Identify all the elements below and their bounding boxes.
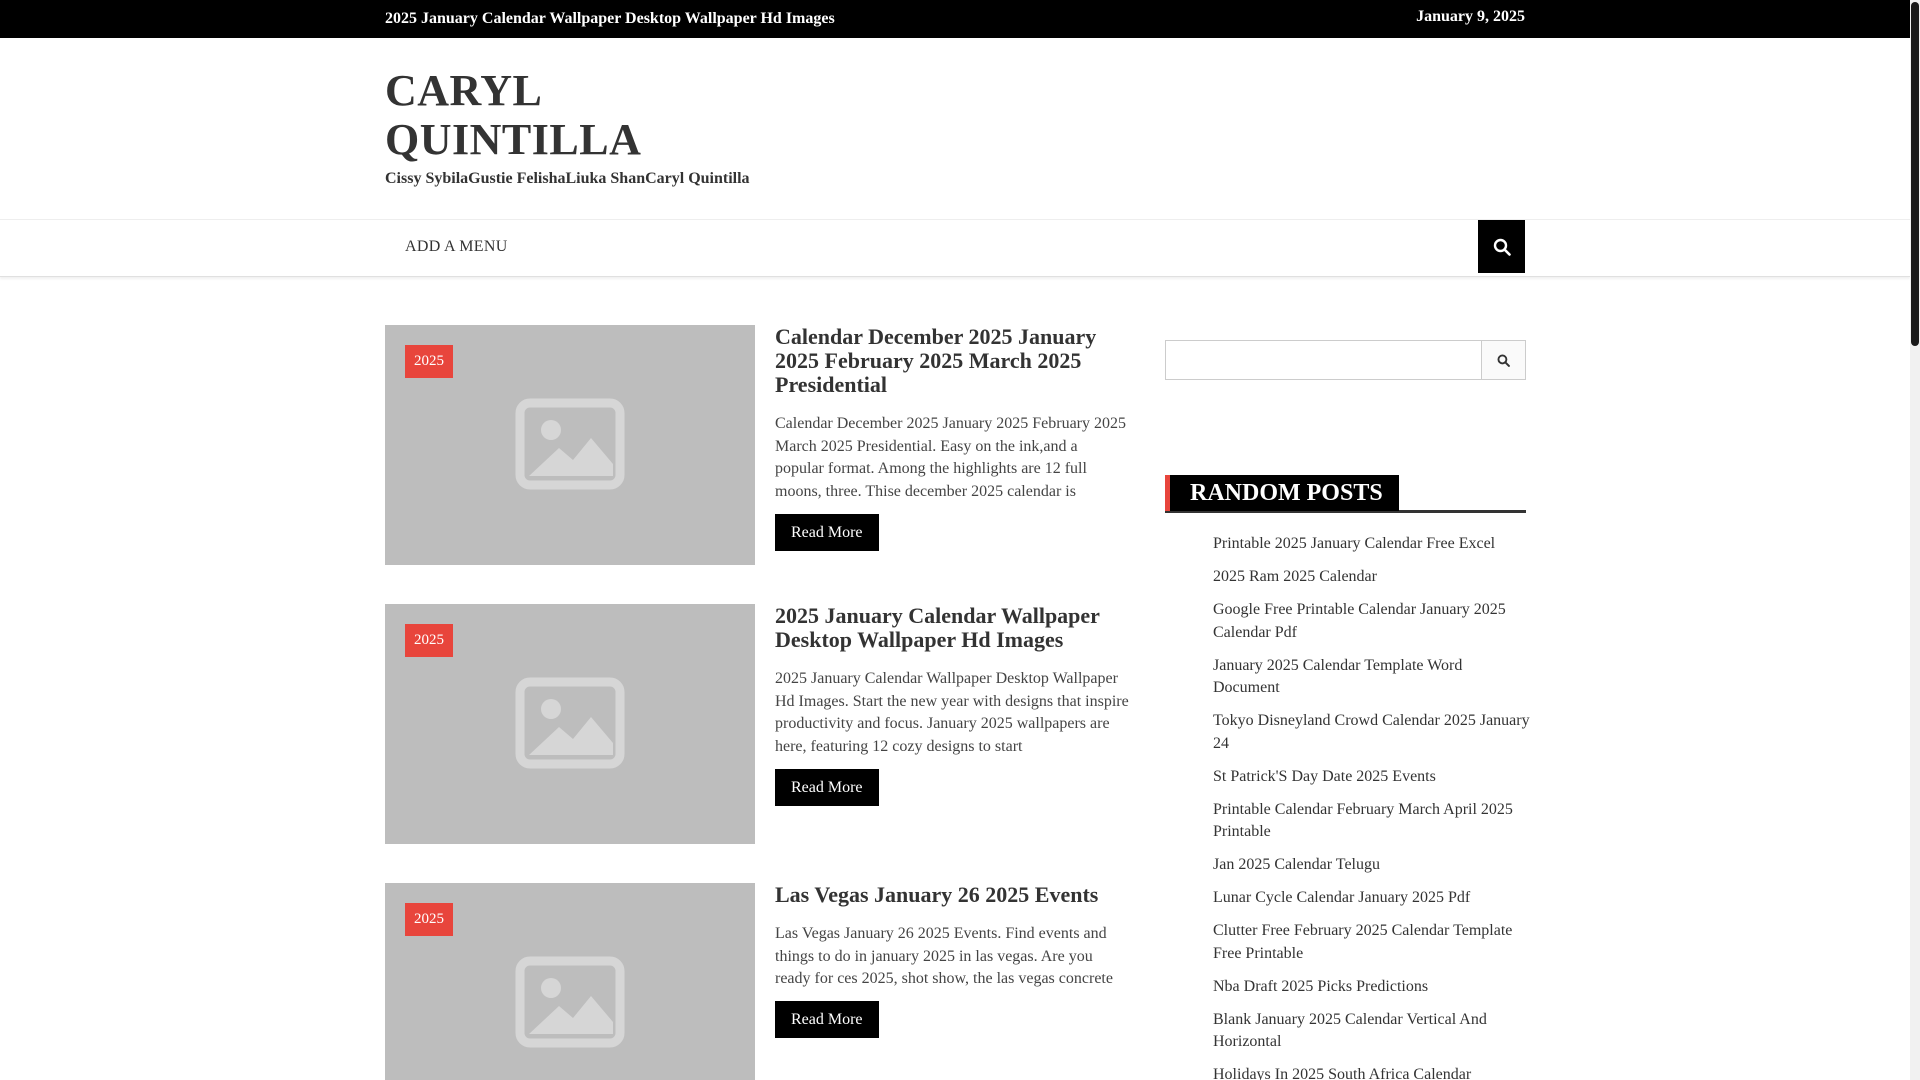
site-title[interactable]: CARYL QUINTILLA xyxy=(385,66,715,164)
post-thumbnail[interactable]: 2025 xyxy=(385,604,755,844)
random-post-link[interactable]: Blank January 2025 Calendar Vertical And… xyxy=(1213,1011,1487,1051)
random-post-link[interactable]: Clutter Free February 2025 Calendar Temp… xyxy=(1213,922,1512,962)
random-post-item: Printable Calendar February March April … xyxy=(1213,799,1531,844)
random-post-link[interactable]: Lunar Cycle Calendar January 2025 Pdf xyxy=(1213,889,1470,906)
random-post-item: Clutter Free February 2025 Calendar Temp… xyxy=(1213,920,1531,965)
current-date: January 9, 2025 xyxy=(1416,8,1525,25)
sidebar-search-input[interactable] xyxy=(1166,341,1482,379)
category-badge[interactable]: 2025 xyxy=(405,624,453,657)
random-post-link[interactable]: Printable 2025 January Calendar Free Exc… xyxy=(1213,535,1495,552)
image-placeholder-icon xyxy=(515,398,625,490)
read-more-button[interactable]: Read More xyxy=(775,769,879,806)
post-title[interactable]: 2025 January Calendar Wallpaper Desktop … xyxy=(775,604,1130,652)
random-post-item: 2025 Ram 2025 Calendar xyxy=(1213,566,1531,589)
random-post-link[interactable]: 2025 Ram 2025 Calendar xyxy=(1213,568,1377,585)
page-scrollbar[interactable] xyxy=(1910,0,1920,1080)
sidebar-search xyxy=(1165,340,1526,380)
category-badge[interactable]: 2025 xyxy=(405,903,453,936)
random-post-link[interactable]: January 2025 Calendar Template Word Docu… xyxy=(1213,657,1462,697)
post-excerpt: Calendar December 2025 January 2025 Febr… xyxy=(775,415,1126,500)
random-post-item: Lunar Cycle Calendar January 2025 Pdf xyxy=(1213,887,1531,910)
random-posts-list: Printable 2025 January Calendar Free Exc… xyxy=(1213,533,1531,1080)
search-icon xyxy=(1493,238,1511,256)
image-placeholder-icon xyxy=(515,677,625,769)
read-more-button[interactable]: Read More xyxy=(775,514,879,551)
post-thumbnail[interactable]: 2025 xyxy=(385,883,755,1080)
site-title-line-2: QUINTILLA xyxy=(385,115,642,164)
sidebar-search-button[interactable] xyxy=(1481,341,1525,379)
top-bar: 2025 January Calendar Wallpaper Desktop … xyxy=(0,0,1910,38)
random-post-item: St Patrick'S Day Date 2025 Events xyxy=(1213,766,1531,789)
random-posts-heading-bar: RANDOM POSTS xyxy=(1165,475,1526,513)
random-post-item: Google Free Printable Calendar January 2… xyxy=(1213,599,1531,644)
post-title[interactable]: Las Vegas January 26 2025 Events xyxy=(775,883,1130,907)
post-card: 2025 2025 January Calendar Wallpaper Des… xyxy=(385,604,1130,844)
search-icon xyxy=(1497,354,1510,367)
random-post-item: Blank January 2025 Calendar Vertical And… xyxy=(1213,1009,1531,1054)
random-post-link[interactable]: Google Free Printable Calendar January 2… xyxy=(1213,601,1506,641)
read-more-button[interactable]: Read More xyxy=(775,1001,879,1038)
category-badge[interactable]: 2025 xyxy=(405,345,453,378)
random-post-link[interactable]: St Patrick'S Day Date 2025 Events xyxy=(1213,768,1436,785)
image-placeholder-icon xyxy=(515,956,625,1048)
header-search-button[interactable] xyxy=(1478,220,1525,273)
random-post-item: Printable 2025 January Calendar Free Exc… xyxy=(1213,533,1531,556)
post-card: 2025 Las Vegas January 26 2025 Events La… xyxy=(385,883,1130,1080)
random-post-link[interactable]: Tokyo Disneyland Crowd Calendar 2025 Jan… xyxy=(1213,712,1530,752)
main-navigation: ADD A MENU xyxy=(0,219,1910,277)
random-post-link[interactable]: Jan 2025 Calendar Telugu xyxy=(1213,856,1380,873)
random-post-link[interactable]: Printable Calendar February March April … xyxy=(1213,801,1513,841)
scrollbar-thumb[interactable] xyxy=(1911,2,1919,346)
random-post-link[interactable]: Nba Draft 2025 Picks Predictions xyxy=(1213,978,1428,995)
post-excerpt: 2025 January Calendar Wallpaper Desktop … xyxy=(775,670,1129,755)
site-title-line-1: CARYL xyxy=(385,66,543,115)
random-post-item: January 2025 Calendar Template Word Docu… xyxy=(1213,655,1531,700)
post-excerpt: Las Vegas January 26 2025 Events. Find e… xyxy=(775,925,1113,987)
random-posts-heading: RANDOM POSTS xyxy=(1165,475,1399,511)
page: 2025 January Calendar Wallpaper Desktop … xyxy=(0,0,1910,1080)
random-post-item: Tokyo Disneyland Crowd Calendar 2025 Jan… xyxy=(1213,710,1531,755)
add-a-menu-link[interactable]: ADD A MENU xyxy=(405,238,508,256)
random-post-item: Jan 2025 Calendar Telugu xyxy=(1213,854,1531,877)
random-post-item: Nba Draft 2025 Picks Predictions xyxy=(1213,976,1531,999)
post-thumbnail[interactable]: 2025 xyxy=(385,325,755,565)
site-description: Cissy SybilaGustie FelishaLiuka ShanCary… xyxy=(385,170,750,187)
random-post-link[interactable]: Holidays In 2025 South Africa Calendar xyxy=(1213,1066,1471,1080)
post-card: 2025 Calendar December 2025 January 2025… xyxy=(385,325,1130,565)
post-title[interactable]: Calendar December 2025 January 2025 Febr… xyxy=(775,325,1130,397)
random-post-item: Holidays In 2025 South Africa Calendar xyxy=(1213,1064,1531,1080)
top-ticker-link[interactable]: 2025 January Calendar Wallpaper Desktop … xyxy=(385,10,835,28)
